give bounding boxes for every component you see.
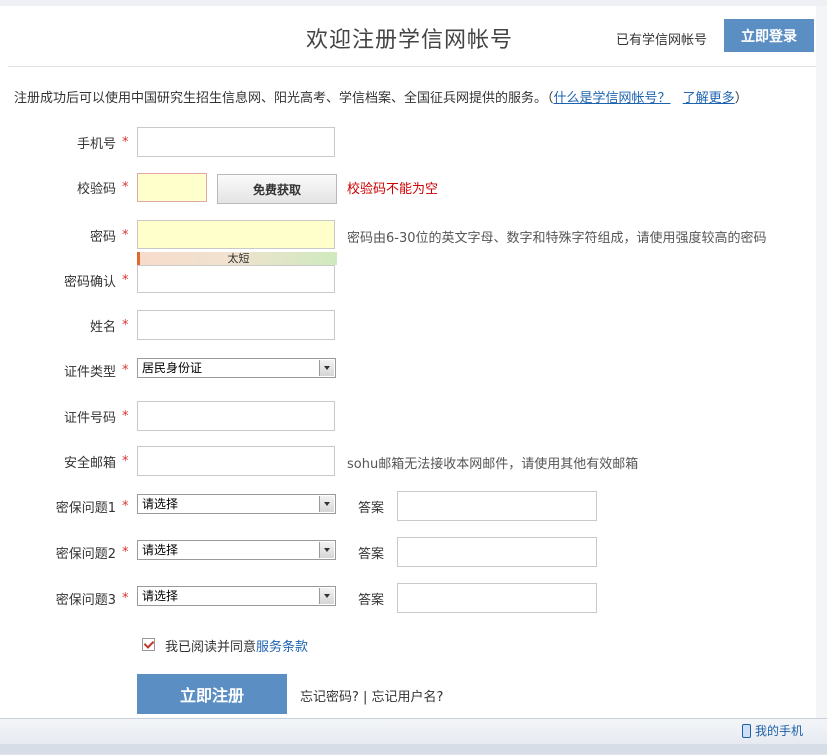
- chevron-down-icon: [319, 588, 334, 604]
- question2-label: 密保问题2: [55, 547, 116, 562]
- agree-checkbox[interactable]: [142, 638, 155, 651]
- phone-input[interactable]: [137, 127, 335, 157]
- password-label: 密码: [89, 230, 116, 245]
- question1-select[interactable]: 请选择: [137, 494, 336, 514]
- bottom-strip: [0, 744, 827, 754]
- code-input[interactable]: [137, 173, 207, 202]
- question2-select[interactable]: 请选择: [137, 540, 336, 560]
- id-type-value: 居民身份证: [142, 361, 203, 375]
- email-input[interactable]: [137, 446, 335, 476]
- answer3-label: 答案: [358, 593, 385, 608]
- what-is-account-link[interactable]: 什么是学信网帐号？: [554, 91, 671, 106]
- answer1-label: 答案: [358, 501, 385, 516]
- login-button[interactable]: 立即登录: [724, 19, 814, 52]
- has-account-text: 已有学信网帐号: [616, 33, 708, 48]
- terms-link[interactable]: 服务条款: [256, 640, 308, 655]
- agree-text: 我已阅读并同意服务条款: [165, 636, 308, 655]
- question3-label: 密保问题3: [55, 593, 116, 608]
- divider: [8, 66, 816, 67]
- name-label: 姓名: [89, 320, 116, 335]
- required-star: *: [122, 409, 129, 424]
- intro-body: 注册成功后可以使用中国研究生招生信息网、阳光高考、学信档案、全国征兵网提供的服务…: [14, 91, 554, 106]
- chevron-down-icon: [319, 496, 334, 512]
- email-label: 安全邮箱: [63, 456, 116, 471]
- question3-value: 请选择: [142, 589, 179, 603]
- mobile-phone-icon: [742, 723, 751, 738]
- code-label: 校验码: [76, 182, 116, 197]
- chevron-down-icon: [319, 360, 334, 376]
- chevron-down-icon: [319, 542, 334, 558]
- required-star: *: [122, 228, 129, 243]
- question1-label: 密保问题1: [55, 501, 116, 516]
- id-type-label: 证件类型: [63, 365, 116, 380]
- password-hint: 密码由6-30位的英文字母、数字和特殊字符组成，请使用强度较高的密码: [347, 231, 767, 246]
- required-star: *: [122, 454, 129, 469]
- required-star: *: [122, 318, 129, 333]
- password-strength-bar: 太短: [137, 252, 337, 265]
- right-edge: [816, 6, 827, 718]
- answer2-input[interactable]: [397, 537, 597, 567]
- required-star: *: [122, 545, 129, 560]
- get-code-button[interactable]: 免费获取: [217, 174, 337, 204]
- required-star: *: [122, 273, 129, 288]
- answer1-input[interactable]: [397, 491, 597, 521]
- page-title: 欢迎注册学信网帐号: [306, 28, 514, 53]
- question3-select[interactable]: 请选择: [137, 586, 336, 606]
- question2-value: 请选择: [142, 543, 179, 557]
- required-star: *: [122, 591, 129, 606]
- required-star: *: [122, 180, 129, 195]
- my-phone-link[interactable]: 我的手机: [742, 722, 803, 739]
- answer3-input[interactable]: [397, 583, 597, 613]
- confirm-label: 密码确认: [63, 275, 116, 290]
- password-input[interactable]: [137, 220, 335, 249]
- confirm-password-input[interactable]: [137, 265, 335, 293]
- id-type-select[interactable]: 居民身份证: [137, 358, 336, 378]
- phone-label: 手机号: [76, 137, 116, 152]
- agree-label: 我已阅读并同意: [165, 640, 257, 655]
- forgot-links[interactable]: 忘记密码? | 忘记用户名?: [300, 686, 443, 705]
- question1-value: 请选择: [142, 497, 179, 511]
- id-number-input[interactable]: [137, 401, 335, 431]
- intro-text: 注册成功后可以使用中国研究生招生信息网、阳光高考、学信档案、全国征兵网提供的服务…: [14, 87, 748, 106]
- required-star: *: [122, 363, 129, 378]
- required-star: *: [122, 499, 129, 514]
- code-error: 校验码不能为空: [347, 182, 439, 197]
- my-phone-label: 我的手机: [755, 724, 804, 738]
- intro-close-paren: ）: [734, 91, 748, 106]
- learn-more-link[interactable]: 了解更多: [683, 91, 735, 106]
- register-button[interactable]: 立即注册: [137, 674, 287, 714]
- email-hint: sohu邮箱无法接收本网邮件，请使用其他有效邮箱: [347, 457, 639, 472]
- required-star: *: [122, 135, 129, 150]
- top-strip: [0, 0, 827, 6]
- answer2-label: 答案: [358, 547, 385, 562]
- name-input[interactable]: [137, 310, 335, 340]
- id-number-label: 证件号码: [63, 411, 116, 426]
